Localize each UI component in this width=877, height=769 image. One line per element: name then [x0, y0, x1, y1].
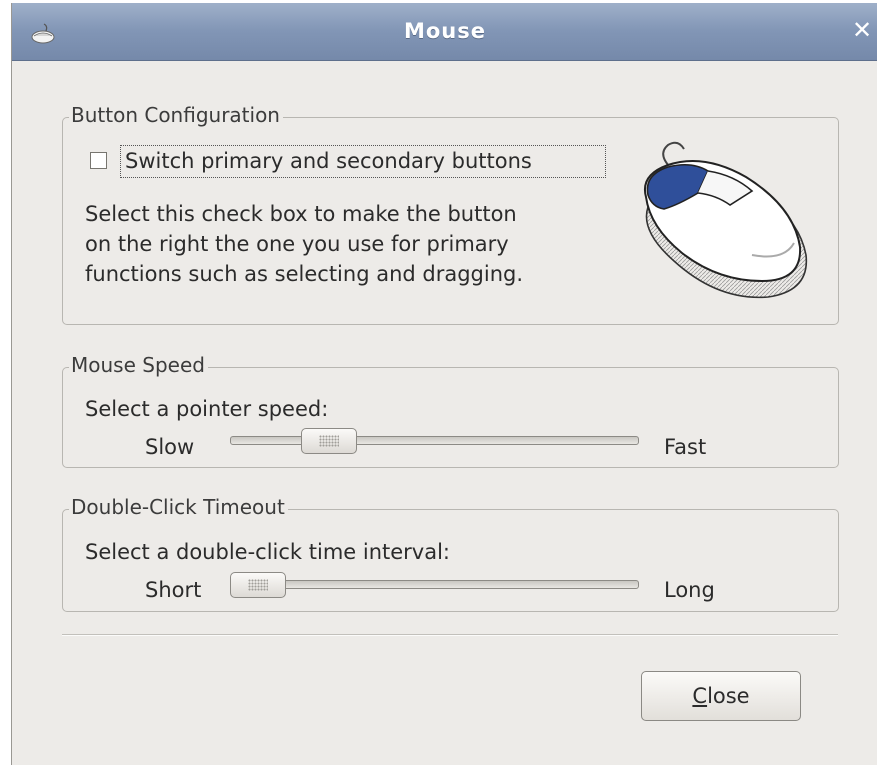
button-configuration-legend: Button Configuration — [69, 103, 283, 127]
slider-grip-icon — [248, 579, 268, 591]
titlebar[interactable]: Mouse ✕ — [12, 3, 877, 61]
close-button-label: lose — [707, 684, 750, 708]
slider-grip-icon — [318, 435, 339, 447]
pointer-speed-slider-thumb[interactable] — [300, 428, 357, 454]
close-window-icon[interactable]: ✕ — [849, 15, 875, 45]
close-button[interactable]: Close — [641, 671, 801, 721]
separator — [62, 634, 838, 636]
double-click-legend: Double-Click Timeout — [69, 495, 288, 519]
double-click-slider-track[interactable] — [230, 580, 639, 589]
pointer-speed-slider-track[interactable] — [230, 436, 639, 445]
double-click-max-label: Long — [664, 578, 715, 602]
double-click-min-label: Short — [145, 578, 202, 602]
switch-buttons-label[interactable]: Switch primary and secondary buttons — [125, 148, 532, 174]
button-config-description-line-1: Select this check box to make the button — [85, 202, 517, 226]
speed-max-label: Fast — [664, 435, 707, 459]
button-config-description-line-3: functions such as selecting and dragging… — [85, 262, 524, 286]
switch-buttons-checkbox[interactable] — [90, 152, 107, 169]
button-config-description-line-2: on the right the one you use for primary — [85, 232, 509, 256]
mouse-speed-legend: Mouse Speed — [69, 353, 208, 377]
double-click-prompt: Select a double-click time interval: — [85, 540, 451, 564]
speed-min-label: Slow — [145, 435, 195, 459]
mouse-illustration-icon — [644, 141, 808, 299]
double-click-slider-thumb[interactable] — [230, 572, 286, 598]
mouse-preferences-window: Mouse ✕ Button Configuration Switch prim… — [11, 3, 877, 765]
close-button-mnemonic: C — [692, 684, 708, 708]
window-title: Mouse — [403, 19, 487, 43]
pointer-speed-prompt: Select a pointer speed: — [85, 397, 329, 421]
